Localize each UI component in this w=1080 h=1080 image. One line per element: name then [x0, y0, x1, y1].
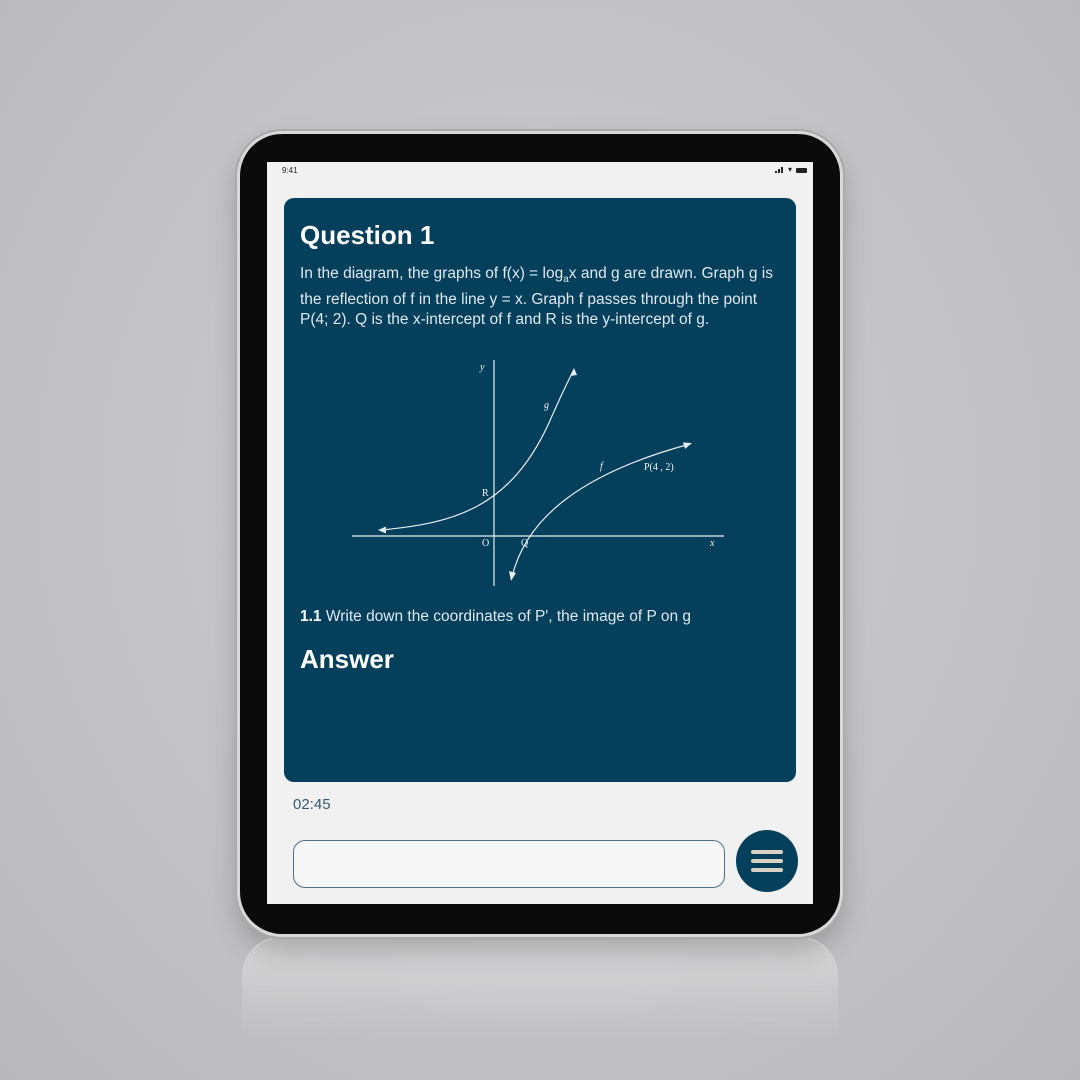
signal-icon [774, 167, 784, 173]
question-text: In the diagram, the graphs of f(x) = log… [300, 264, 776, 330]
g-label: g [544, 400, 549, 411]
sub-question-text: Write down the coordinates of P', the im… [325, 608, 692, 625]
device-side-button [840, 218, 843, 274]
question-title: Question 1 [300, 220, 435, 250]
countdown-timer: 02:45 [293, 796, 331, 813]
answer-input[interactable] [293, 840, 725, 888]
graph-g-curve [381, 369, 575, 531]
question-text-part: In the diagram, the graphs of f(x) = log [300, 265, 564, 282]
tablet-screen: 9:41 ▾ Question 1 In the diagram, the gr… [267, 162, 813, 904]
y-axis-label: y [479, 362, 485, 373]
sub-question-number: 1.1 [300, 608, 322, 625]
graph-diagram: y x O g f R Q P(4 , 2) [352, 360, 724, 586]
f-label: f [600, 461, 604, 472]
x-axis-label: x [709, 538, 715, 549]
device-reflection [242, 936, 838, 1058]
answer-heading: Answer [300, 644, 394, 674]
status-icons: ▾ [774, 165, 807, 174]
arrowhead-g-left [378, 526, 386, 534]
status-bar: 9:41 ▾ [267, 162, 813, 180]
status-time: 9:41 [282, 166, 298, 175]
arrowhead-f-bottom [509, 571, 516, 581]
r-label: R [482, 488, 489, 499]
menu-button[interactable] [736, 830, 798, 892]
arrowhead-g-top [570, 368, 577, 376]
question-card: Question 1 In the diagram, the graphs of… [284, 198, 796, 782]
q-label: Q [521, 538, 529, 549]
battery-icon [796, 167, 807, 173]
wifi-icon: ▾ [787, 165, 792, 174]
arrowhead-f-right [683, 442, 692, 449]
p-label: P(4 , 2) [644, 462, 674, 473]
sub-question: 1.1 Write down the coordinates of P', th… [300, 608, 691, 626]
origin-label: O [482, 538, 489, 549]
